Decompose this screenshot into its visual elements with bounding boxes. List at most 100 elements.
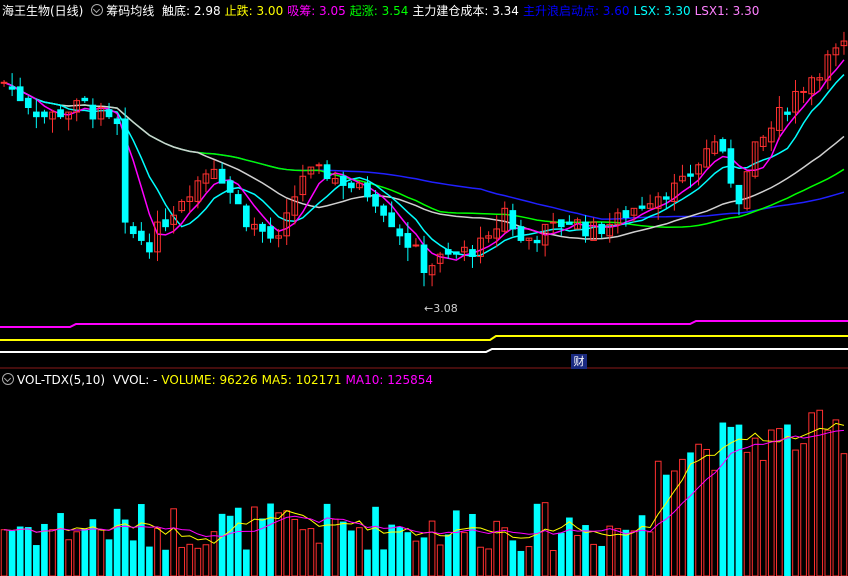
stock-title[interactable]: 海王生物(日线) xyxy=(2,4,83,18)
volume-bar xyxy=(606,525,614,576)
volume-bar xyxy=(129,540,137,576)
candle-body xyxy=(800,90,807,93)
indicator-value-2: 吸筹: 3.05 xyxy=(287,4,346,18)
volume-bar xyxy=(533,503,541,576)
volume-bar xyxy=(767,429,775,576)
candle-body xyxy=(218,168,226,184)
volume-bar xyxy=(323,503,331,576)
candle-body xyxy=(226,180,234,193)
candle-body xyxy=(129,226,137,235)
candle-body xyxy=(638,205,646,209)
volume-bar xyxy=(654,460,662,576)
candle-body xyxy=(784,111,791,115)
indicator-step-lines xyxy=(0,320,848,353)
volume-bar xyxy=(824,429,832,576)
indicator-name[interactable]: 筹码均线 xyxy=(91,4,154,18)
volume-bar xyxy=(646,531,654,576)
volume-bar xyxy=(291,518,299,576)
volume-bar xyxy=(517,550,525,576)
volume-bar xyxy=(428,520,436,576)
volume-bar xyxy=(590,543,597,576)
step-line-white xyxy=(0,348,848,353)
volume-bar xyxy=(81,528,89,576)
volume-bar xyxy=(275,512,282,576)
volume-bar xyxy=(614,528,622,576)
candle-body xyxy=(105,109,113,118)
volume-bar xyxy=(356,527,363,576)
volume-indicator-name[interactable]: VOL-TDX(5,10) xyxy=(2,373,105,387)
volume-bar xyxy=(339,521,347,576)
candle-body xyxy=(364,182,371,198)
candle-body xyxy=(469,249,476,257)
candle-body xyxy=(582,221,589,237)
volume-bar xyxy=(630,530,638,576)
low-price-marker: ←3.08 xyxy=(424,302,458,315)
volume-bar xyxy=(283,510,291,576)
volume-bar xyxy=(582,525,589,576)
indicator-value-1: 止跌: 3.00 xyxy=(224,4,284,18)
volume-bar xyxy=(299,529,307,576)
indicator-value-7: LSX1: 3.30 xyxy=(694,4,760,18)
volume-bar xyxy=(622,529,630,576)
candle-body xyxy=(420,244,428,273)
candle-body xyxy=(380,205,387,216)
volume-bar xyxy=(404,532,412,576)
volume-bar xyxy=(412,540,420,576)
chart-canvas: ←3.08 xyxy=(0,31,848,576)
candle-body xyxy=(452,251,460,255)
volume-bar xyxy=(743,451,751,576)
candle-body xyxy=(727,148,735,184)
candle-body xyxy=(146,242,153,253)
volume-bar xyxy=(695,443,702,576)
volume-bar xyxy=(396,526,404,576)
volume-bar xyxy=(154,527,161,576)
volume-bar xyxy=(267,503,274,576)
volume-bar xyxy=(242,549,250,576)
chart-header: 海王生物(日线) 筹码均线 触底: 2.98 止跌: 3.00 吸筹: 3.05 起涨… xyxy=(2,3,767,19)
candle-body xyxy=(388,212,396,228)
volume-bar xyxy=(364,549,371,576)
volume-bar xyxy=(24,527,32,576)
volume-bar xyxy=(315,542,323,576)
volume-bar xyxy=(33,545,40,576)
volume-bar xyxy=(509,540,517,576)
volume-bar xyxy=(703,448,710,576)
candle-body xyxy=(735,184,743,205)
candle-body xyxy=(0,81,8,84)
volume-bar xyxy=(65,539,72,576)
volume-bar xyxy=(525,546,533,576)
volume-bar xyxy=(719,422,727,576)
indicator-value-3: 起涨: 3.54 xyxy=(349,4,409,18)
volume-bar xyxy=(8,530,16,576)
chip-line-white xyxy=(3,81,845,240)
settings-icon[interactable] xyxy=(2,373,14,385)
volume-bar xyxy=(735,424,743,576)
finance-badge[interactable]: 财 xyxy=(571,354,587,369)
volume-bar xyxy=(0,529,8,576)
volume-bar xyxy=(452,510,460,576)
indicator-values: 触底: 2.98 止跌: 3.00 吸筹: 3.05 起涨: 3.54 主力建仓成本: … xyxy=(162,4,763,18)
volume-bar xyxy=(331,518,339,576)
volume-bar xyxy=(574,534,581,576)
volume-bar xyxy=(501,527,509,576)
volume-bar xyxy=(218,513,226,576)
candle-body xyxy=(267,226,274,239)
candle-body xyxy=(566,221,573,225)
volume-bar xyxy=(792,449,799,576)
candle-body xyxy=(41,111,48,118)
candle-body xyxy=(533,239,541,244)
settings-icon[interactable] xyxy=(91,4,104,16)
volume-value-0: VVOL: - xyxy=(112,373,158,387)
volume-bar xyxy=(146,546,153,576)
candle-body xyxy=(622,210,630,218)
volume-bar xyxy=(784,424,791,576)
volume-bar xyxy=(121,519,129,576)
candle-body xyxy=(557,219,565,228)
candle-body xyxy=(719,139,727,152)
candle-body xyxy=(138,230,145,241)
candle-body xyxy=(81,97,89,102)
volume-bar xyxy=(662,474,670,576)
volume-bar xyxy=(461,532,468,576)
candle-body xyxy=(121,118,129,223)
volume-value-1: VOLUME: 96226 xyxy=(161,373,258,387)
